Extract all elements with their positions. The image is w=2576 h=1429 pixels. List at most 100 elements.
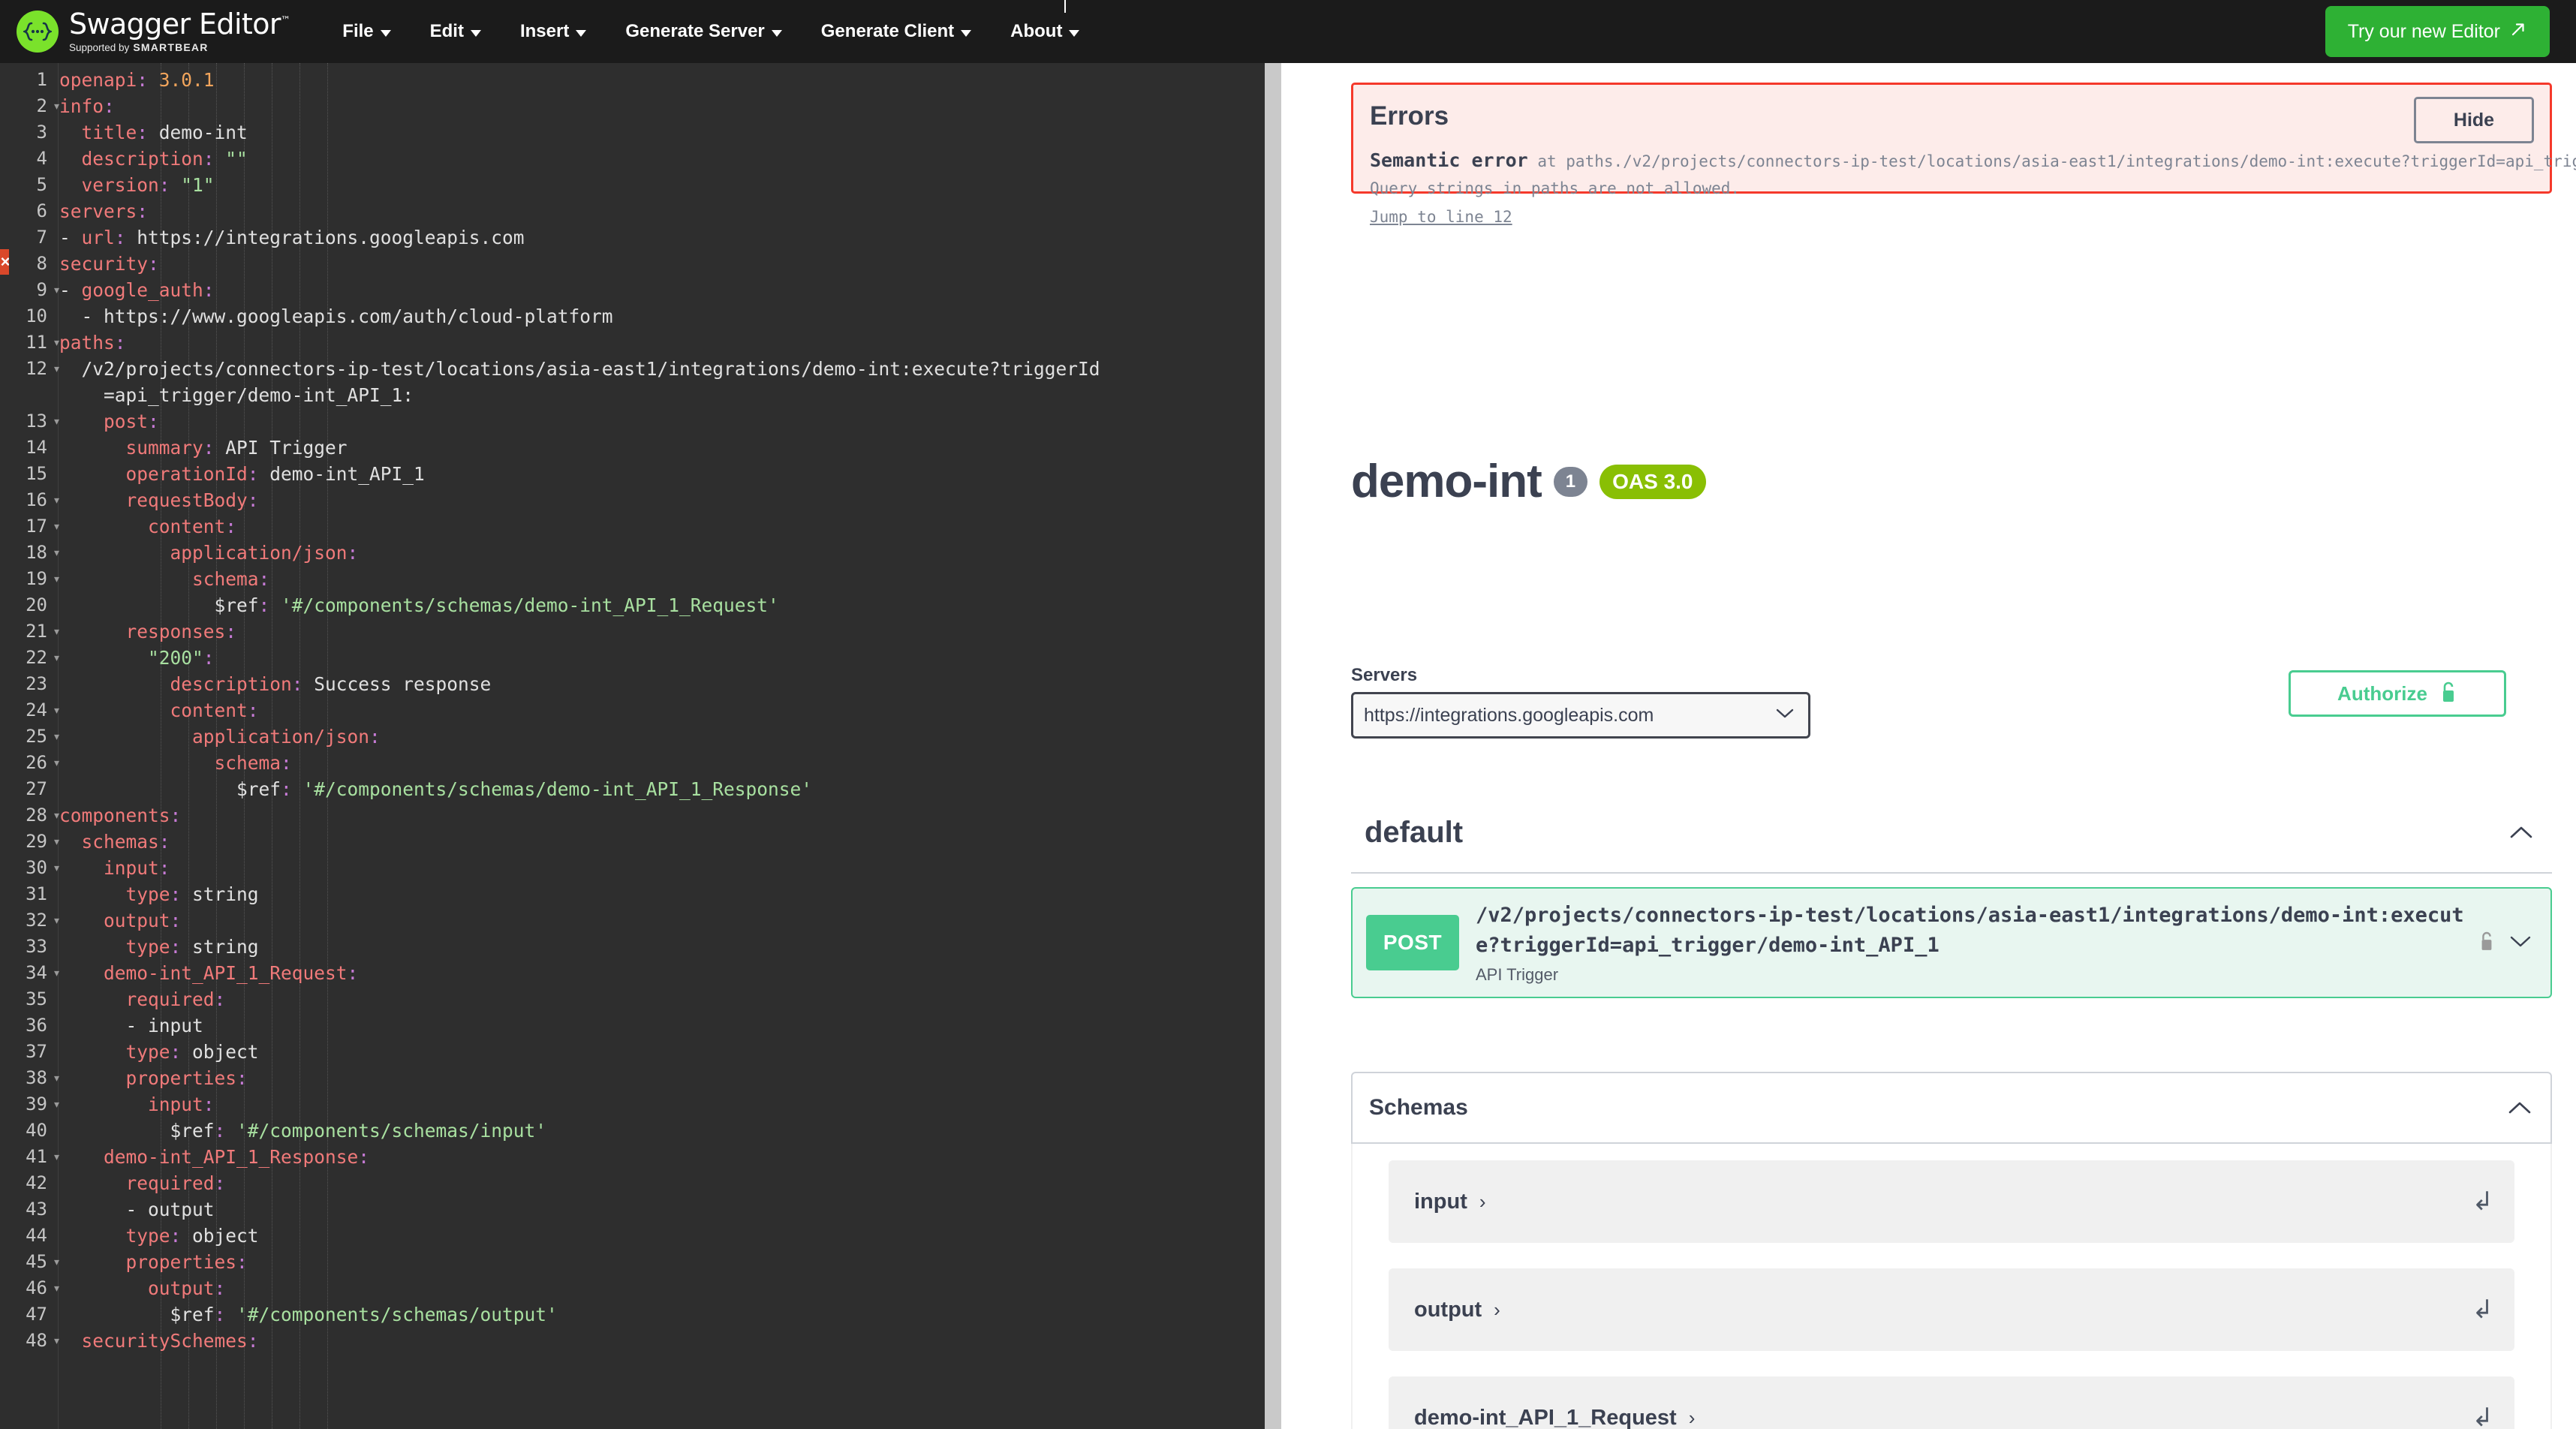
- code-line[interactable]: $ref: '#/components/schemas/input': [59, 1118, 1265, 1144]
- server-select[interactable]: https://integrations.googleapis.com: [1351, 692, 1810, 739]
- fold-toggle-icon[interactable]: ▾: [54, 960, 59, 986]
- menu-generate-client[interactable]: Generate Client: [802, 0, 991, 63]
- fold-toggle-icon[interactable]: ▾: [54, 1144, 59, 1170]
- menu-file[interactable]: File: [323, 0, 410, 63]
- fold-toggle-icon[interactable]: ▾: [54, 408, 59, 435]
- code-line[interactable]: "200":: [59, 645, 1265, 671]
- pane-splitter[interactable]: [1265, 63, 1281, 1429]
- code-line[interactable]: schemas:: [59, 829, 1265, 855]
- code-line[interactable]: - https://www.googleapis.com/auth/cloud-…: [59, 303, 1265, 329]
- code-line[interactable]: required:: [59, 986, 1265, 1012]
- fold-toggle-icon[interactable]: ▾: [54, 566, 59, 592]
- code-line[interactable]: $ref: '#/components/schemas/output': [59, 1301, 1265, 1328]
- schema-row-input[interactable]: input › ↲: [1389, 1160, 2514, 1243]
- code-line[interactable]: - input: [59, 1012, 1265, 1039]
- chevron-up-icon[interactable]: [2507, 1095, 2532, 1121]
- code-line[interactable]: requestBody:: [59, 487, 1265, 513]
- editor-code-area[interactable]: openapi: 3.0.1 info: title: demo-int desc…: [59, 63, 1265, 1429]
- code-line[interactable]: securitySchemes:: [59, 1328, 1265, 1354]
- code-line[interactable]: content:: [59, 513, 1265, 540]
- code-line[interactable]: schema:: [59, 566, 1265, 592]
- code-line[interactable]: description: "": [59, 146, 1265, 172]
- code-line[interactable]: type: string: [59, 881, 1265, 907]
- code-line[interactable]: type: object: [59, 1223, 1265, 1249]
- code-line[interactable]: summary: API Trigger: [59, 435, 1265, 461]
- code-line[interactable]: post:: [59, 408, 1265, 435]
- code-line[interactable]: description: Success response: [59, 671, 1265, 697]
- code-line[interactable]: schema:: [59, 750, 1265, 776]
- fold-toggle-icon[interactable]: ▾: [54, 1091, 59, 1118]
- try-new-editor-button[interactable]: Try our new Editor: [2325, 6, 2550, 57]
- fold-toggle-icon[interactable]: ▾: [54, 487, 59, 513]
- code-line[interactable]: required:: [59, 1170, 1265, 1196]
- fold-toggle-icon[interactable]: ▾: [54, 513, 59, 540]
- fold-toggle-icon[interactable]: ▾: [54, 724, 59, 750]
- code-line[interactable]: /v2/projects/connectors-ip-test/location…: [59, 356, 1265, 382]
- operation-post-row[interactable]: POST /v2/projects/connectors-ip-test/loc…: [1351, 887, 2552, 998]
- code-line[interactable]: =api_trigger/demo-int_API_1:: [59, 382, 1265, 408]
- code-line[interactable]: properties:: [59, 1065, 1265, 1091]
- menu-edit[interactable]: Edit: [411, 0, 501, 63]
- code-line[interactable]: version: "1": [59, 172, 1265, 198]
- code-line[interactable]: paths:: [59, 329, 1265, 356]
- fold-toggle-icon[interactable]: ▾: [54, 1249, 59, 1275]
- fold-toggle-icon[interactable]: ▾: [54, 277, 59, 303]
- chevron-right-icon[interactable]: ›: [1494, 1298, 1500, 1322]
- code-line[interactable]: type: string: [59, 934, 1265, 960]
- fold-toggle-icon[interactable]: ▾: [54, 645, 59, 671]
- code-line[interactable]: application/json:: [59, 724, 1265, 750]
- fold-toggle-icon[interactable]: ▾: [54, 907, 59, 934]
- schemas-header[interactable]: Schemas: [1351, 1072, 2552, 1144]
- code-line[interactable]: input:: [59, 855, 1265, 881]
- code-line[interactable]: $ref: '#/components/schemas/demo-int_API…: [59, 776, 1265, 802]
- code-line[interactable]: info:: [59, 93, 1265, 119]
- code-line[interactable]: output:: [59, 907, 1265, 934]
- code-line[interactable]: - url: https://integrations.googleapis.c…: [59, 224, 1265, 251]
- code-line[interactable]: title: demo-int: [59, 119, 1265, 146]
- fold-toggle-icon[interactable]: ▾: [54, 802, 59, 829]
- yaml-code-editor[interactable]: × 1 2 ▾ 3 4 5 6 7 8 9 ▾ 10 11 ▾ 12 ▾ 13 ▾ 14 15 16 ▾ 17 ▾ 18 ▾ 19 ▾…: [0, 63, 1265, 1429]
- code-line[interactable]: type: object: [59, 1039, 1265, 1065]
- code-line[interactable]: $ref: '#/components/schemas/demo-int_API…: [59, 592, 1265, 618]
- fold-toggle-icon[interactable]: ▾: [54, 540, 59, 566]
- fold-toggle-icon[interactable]: ▾: [54, 697, 59, 724]
- fold-toggle-icon[interactable]: ▾: [54, 829, 59, 855]
- code-line[interactable]: - google_auth:: [59, 277, 1265, 303]
- chevron-right-icon[interactable]: ›: [1479, 1190, 1486, 1214]
- jump-to-line-link[interactable]: Jump to line 12: [1370, 208, 1512, 226]
- fold-toggle-icon[interactable]: ▾: [54, 356, 59, 382]
- code-line[interactable]: application/json:: [59, 540, 1265, 566]
- chevron-down-icon[interactable]: [2508, 934, 2532, 952]
- code-line[interactable]: demo-int_API_1_Response:: [59, 1144, 1265, 1170]
- default-tag-header[interactable]: default: [1351, 793, 2552, 874]
- code-line[interactable]: components:: [59, 802, 1265, 829]
- return-arrow-icon[interactable]: ↲: [2472, 1187, 2494, 1217]
- menu-generate-server[interactable]: Generate Server: [606, 0, 801, 63]
- return-arrow-icon[interactable]: ↲: [2472, 1403, 2494, 1429]
- code-line[interactable]: servers:: [59, 198, 1265, 224]
- schema-row-demo-int-api-1-request[interactable]: demo-int_API_1_Request › ↲: [1389, 1376, 2514, 1429]
- code-line[interactable]: openapi: 3.0.1: [59, 67, 1265, 93]
- code-line[interactable]: responses:: [59, 618, 1265, 645]
- fold-toggle-icon[interactable]: ▾: [54, 329, 59, 356]
- fold-toggle-icon[interactable]: ▾: [54, 1065, 59, 1091]
- code-line[interactable]: demo-int_API_1_Request:: [59, 960, 1265, 986]
- fold-toggle-icon[interactable]: ▾: [54, 1328, 59, 1354]
- code-line[interactable]: output:: [59, 1275, 1265, 1301]
- authorize-button[interactable]: Authorize: [2289, 670, 2506, 717]
- code-line[interactable]: properties:: [59, 1249, 1265, 1275]
- fold-toggle-icon[interactable]: ▾: [54, 750, 59, 776]
- code-line[interactable]: security:: [59, 251, 1265, 277]
- code-line[interactable]: input:: [59, 1091, 1265, 1118]
- hide-errors-button[interactable]: Hide: [2414, 97, 2534, 143]
- chevron-right-icon[interactable]: ›: [1689, 1406, 1696, 1429]
- code-line[interactable]: - output: [59, 1196, 1265, 1223]
- return-arrow-icon[interactable]: ↲: [2472, 1295, 2494, 1325]
- fold-toggle-icon[interactable]: ▾: [54, 618, 59, 645]
- fold-toggle-icon[interactable]: ▾: [54, 855, 59, 881]
- fold-toggle-icon[interactable]: ▾: [54, 93, 59, 119]
- menu-insert[interactable]: Insert: [501, 0, 606, 63]
- schema-row-output[interactable]: output › ↲: [1389, 1268, 2514, 1351]
- unlock-icon[interactable]: [2478, 931, 2495, 955]
- code-line[interactable]: operationId: demo-int_API_1: [59, 461, 1265, 487]
